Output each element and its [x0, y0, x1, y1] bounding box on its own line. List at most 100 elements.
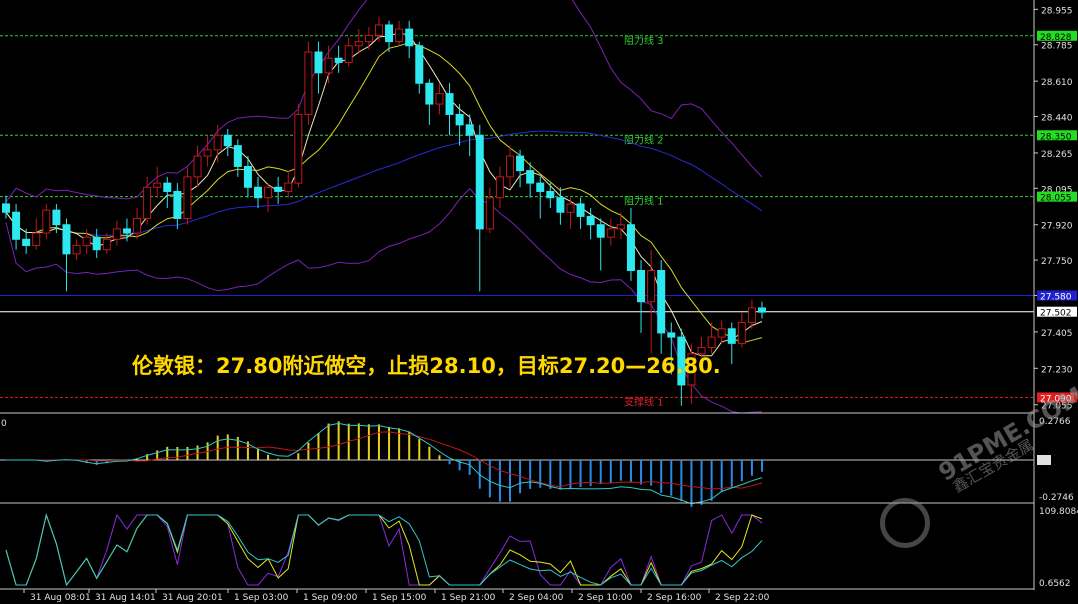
candle-body — [586, 215, 595, 226]
price-tick-label: 27.405 — [1041, 329, 1073, 339]
macd-value-tag — [1037, 455, 1051, 465]
candle-body — [52, 209, 61, 226]
candle-body — [425, 82, 434, 105]
candle-body — [122, 228, 131, 234]
time-tick-label: 2 Sep 04:00 — [509, 593, 564, 603]
candle-body — [707, 336, 716, 348]
candle-body — [102, 238, 111, 251]
candle-body — [385, 24, 394, 43]
candle-body — [213, 134, 222, 151]
time-tick-label: 31 Aug 08:01 — [30, 593, 91, 603]
candle-body — [243, 165, 252, 188]
long-ma — [5, 130, 763, 237]
level-tag-label: 27.502 — [1040, 309, 1072, 319]
candle-body — [657, 270, 666, 334]
candle-body — [415, 45, 424, 84]
osc-scale-label: 109.8084 — [1039, 507, 1078, 517]
candle-body — [606, 228, 615, 238]
trade-annotation: 伦敦银：27.80附近做空，止损28.10，目标27.20—26.80. — [132, 354, 721, 378]
level-tag-label: 28.350 — [1040, 132, 1072, 142]
candle-body — [2, 203, 10, 213]
candle-body — [364, 34, 373, 43]
osc-k-line — [5, 513, 763, 587]
price-tick-label: 27.750 — [1041, 257, 1073, 267]
candle-body — [254, 186, 262, 199]
osc-d-line — [5, 513, 763, 587]
time-tick-label: 31 Aug 20:01 — [162, 593, 223, 603]
candle-body — [616, 224, 625, 230]
candle-body — [62, 224, 71, 255]
candle-body — [596, 224, 605, 238]
candle-body — [354, 41, 363, 47]
candle-body — [727, 328, 736, 344]
candle-body — [667, 332, 676, 338]
candle-body — [445, 93, 454, 115]
candle-body — [516, 155, 525, 172]
time-tick-label: 1 Sep 09:00 — [303, 593, 358, 603]
candle-body — [475, 134, 484, 230]
candle-body — [465, 124, 474, 136]
candle-body — [314, 51, 323, 74]
macd-left-label: 0 — [1, 419, 7, 429]
time-tick-label: 31 Aug 14:01 — [95, 593, 156, 603]
time-tick-label: 2 Sep 16:00 — [647, 593, 702, 603]
candle-body — [747, 307, 756, 324]
candle-body — [395, 28, 404, 43]
candle-body — [576, 203, 585, 217]
candle-body — [758, 307, 766, 313]
candle-body — [223, 134, 232, 147]
macd-line — [6, 422, 763, 505]
macd-panel — [0, 421, 1034, 507]
candle-body — [647, 270, 656, 303]
candle-body — [566, 203, 575, 213]
candle-body — [294, 113, 303, 184]
level-label: 支撑线 1 — [624, 395, 664, 408]
candle-body — [143, 186, 152, 219]
level-label: 阻力线 1 — [624, 195, 664, 208]
osc-scale-label: 0.6562 — [1039, 579, 1071, 589]
candle-body — [112, 228, 121, 240]
candle-body — [324, 57, 333, 74]
time-tick-label: 2 Sep 22:00 — [715, 593, 770, 603]
candle-body — [637, 270, 646, 303]
candle-body — [536, 182, 545, 192]
level-tag-label: 28.055 — [1040, 194, 1072, 204]
time-tick-label: 1 Sep 03:00 — [234, 593, 289, 603]
candle-body — [284, 182, 293, 192]
candle-body — [12, 211, 21, 240]
candle-body — [42, 209, 51, 234]
price-tick-label: 28.440 — [1041, 114, 1073, 124]
price-tick-label: 28.265 — [1041, 150, 1073, 160]
price-tick-label: 27.230 — [1041, 365, 1073, 375]
candle-body — [334, 57, 343, 63]
candle-body — [22, 238, 31, 247]
time-tick-label: 2 Sep 10:00 — [578, 593, 633, 603]
candle-body — [304, 51, 313, 115]
candle-body — [344, 45, 353, 63]
upper-band — [5, 0, 763, 203]
candle-body — [92, 236, 101, 251]
candle-body — [32, 232, 41, 247]
candle-body — [717, 328, 726, 338]
macd-scale-label: -0.2746 — [1039, 493, 1074, 503]
candle-body — [626, 224, 635, 272]
price-tick-label: 28.785 — [1041, 42, 1073, 52]
candle-body — [374, 24, 383, 36]
candle-body — [737, 322, 746, 344]
candle-body — [506, 155, 514, 178]
price-tick-label: 27.920 — [1041, 222, 1073, 232]
price-tick-label: 28.610 — [1041, 78, 1073, 88]
candle-body — [405, 28, 414, 47]
candle-body — [153, 182, 162, 188]
candle-body — [163, 182, 172, 192]
oscillator-panel — [5, 513, 763, 587]
level-label: 阻力线 2 — [624, 133, 664, 146]
candle-body — [274, 186, 283, 192]
candle-body — [485, 197, 494, 230]
candle-body — [495, 176, 504, 199]
time-tick-label: 1 Sep 21:00 — [441, 593, 496, 603]
candle-body — [264, 186, 273, 199]
candle-body — [183, 176, 192, 219]
time-tick-label: 1 Sep 15:00 — [372, 593, 427, 603]
candle-body — [556, 197, 565, 213]
